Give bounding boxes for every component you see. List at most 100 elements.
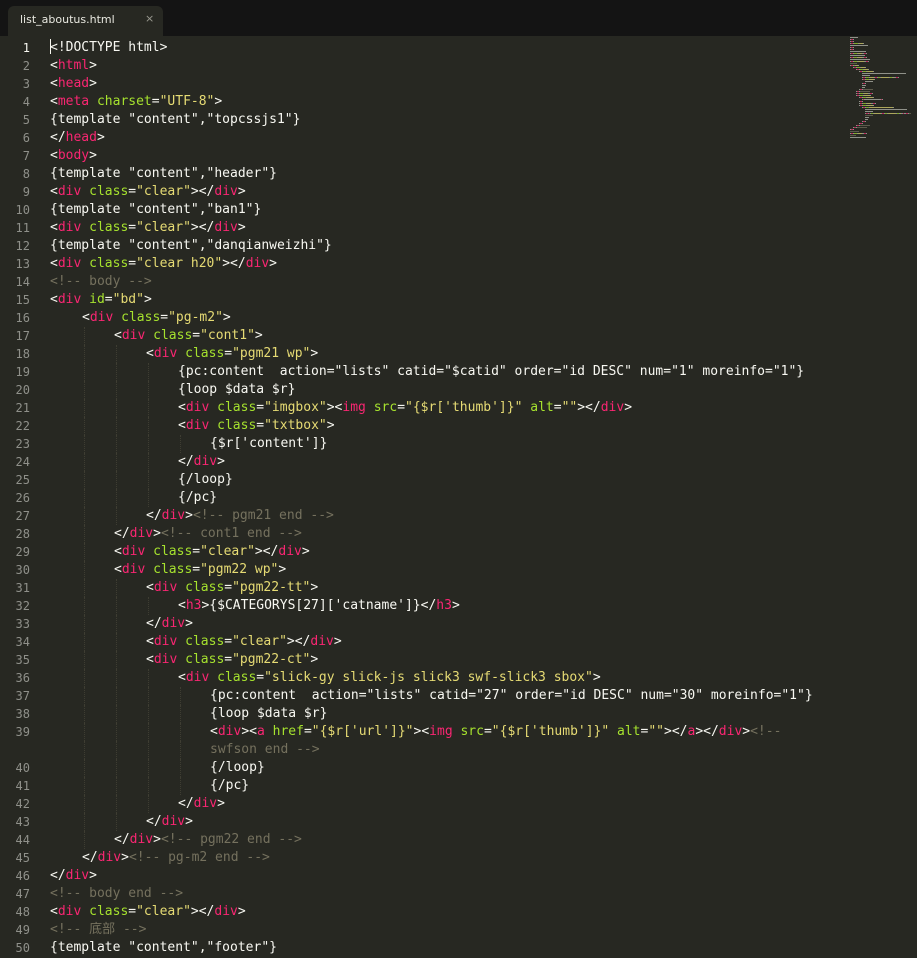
close-icon[interactable]: ×	[145, 12, 154, 25]
indent-guide	[84, 795, 85, 813]
indent-guide	[148, 723, 149, 741]
code-line: {/loop}	[210, 759, 265, 777]
code-line: <div class="imgbox"><img src="{$r['thumb…	[178, 399, 632, 417]
line-number: 43	[15, 815, 30, 829]
line-number-gutter: 1 2 3 4 5 6 7 8 9 10 11 12 13 14 15 16 17 18 19 20 21 22 23 24 2…	[0, 37, 36, 958]
code-token: div	[217, 724, 242, 739]
code-token: =	[224, 634, 233, 649]
code-token: {template "content","ban1"}	[50, 202, 262, 217]
indent-guide	[84, 489, 85, 507]
minimap-stroke	[862, 75, 870, 76]
text-cursor	[50, 39, 51, 54]
indent-guide	[116, 741, 117, 759]
code-token: div	[161, 616, 186, 631]
code-token: "clear"	[136, 184, 191, 199]
code-token: >	[237, 904, 246, 919]
indent-guide	[116, 795, 117, 813]
code-token: {template "content","header"}	[50, 166, 277, 181]
minimap-stroke	[873, 71, 874, 72]
minimap-stroke	[875, 103, 876, 104]
code-line: <h3>{$CATEGORYS[27]['catname']}</h3>	[178, 597, 460, 615]
line-number: 37	[15, 689, 30, 703]
line-number: 39	[15, 725, 30, 739]
code-line: <div class="pgm21 wp">	[146, 345, 318, 363]
code-token: div	[278, 544, 302, 559]
minimap-stroke	[865, 121, 866, 122]
code-token: >	[153, 832, 161, 847]
line-number: 4	[22, 95, 30, 109]
code-token: "UTF-8"	[159, 94, 215, 109]
indent-guide	[116, 759, 117, 777]
minimap-stroke	[870, 107, 893, 108]
indent-guide	[84, 471, 85, 489]
code-token: div	[57, 220, 82, 235]
code-token: {/loop}	[210, 760, 265, 775]
indent-guide	[116, 705, 117, 723]
minimap-stroke	[853, 39, 854, 40]
code-token: div	[718, 724, 743, 739]
code-token: img	[342, 400, 366, 415]
code-token: >{$CATEGORYS[27]['catname']}</	[201, 598, 437, 613]
code-line: <div class="slick-gy slick-js slick3 swf…	[178, 669, 601, 687]
code-token: =	[224, 580, 233, 595]
indent-guide	[148, 381, 149, 399]
tab-list-aboutus[interactable]: list_aboutus.html ×	[8, 6, 163, 36]
code-editor[interactable]: <!DOCTYPE html> <html> <head> <meta charset…	[50, 37, 840, 958]
code-token: >	[214, 94, 223, 109]
indent-guide	[180, 777, 181, 795]
indent-guide	[84, 453, 85, 471]
line-number: 17	[15, 329, 30, 343]
indent-guide	[148, 471, 149, 489]
line-number: 22	[15, 419, 30, 433]
minimap[interactable]	[850, 37, 917, 147]
code-token: "clear"	[232, 634, 287, 649]
code-token: div	[161, 508, 186, 523]
code-token: =	[160, 310, 169, 325]
indent-guide	[148, 795, 149, 813]
code-token: {template "content","danqianweizhi"}	[50, 238, 332, 253]
code-token: "txtbox"	[264, 418, 327, 433]
code-token: <	[146, 634, 154, 649]
code-token: div	[57, 292, 82, 307]
indent-guide	[180, 705, 181, 723]
code-line: {template "content","footer"}	[50, 939, 277, 957]
minimap-stroke	[865, 83, 866, 84]
code-token: >	[624, 400, 633, 415]
indent-guide	[116, 669, 117, 687]
indent-guide	[84, 687, 85, 705]
code-token: <	[114, 544, 122, 559]
minimap-stroke	[853, 129, 854, 130]
code-line: </div><!-- pgm22 end -->	[114, 831, 302, 849]
code-token: ></	[286, 634, 311, 649]
code-token: =	[256, 670, 265, 685]
minimap-stroke	[858, 65, 859, 66]
code-token: >	[89, 76, 97, 91]
code-token: <	[178, 418, 186, 433]
code-token: div	[153, 634, 178, 649]
code-token: =	[397, 400, 406, 415]
code-token: >	[333, 634, 342, 649]
code-token: class	[89, 904, 129, 919]
code-token: >	[451, 598, 460, 613]
line-number: 12	[15, 239, 30, 253]
line-number: 15	[15, 293, 30, 307]
code-line: <div class="pgm22 wp">	[114, 561, 286, 579]
minimap-stroke	[888, 113, 896, 114]
indent-guide	[116, 579, 117, 597]
code-line: <div class="clear"></div>	[50, 219, 246, 237]
minimap-stroke	[853, 49, 854, 50]
code-token: charset	[96, 94, 152, 109]
code-token: <	[82, 310, 90, 325]
code-token: class	[217, 418, 257, 433]
minimap-stroke	[868, 69, 869, 70]
code-token: </	[114, 526, 130, 541]
indent-guide	[148, 741, 149, 759]
